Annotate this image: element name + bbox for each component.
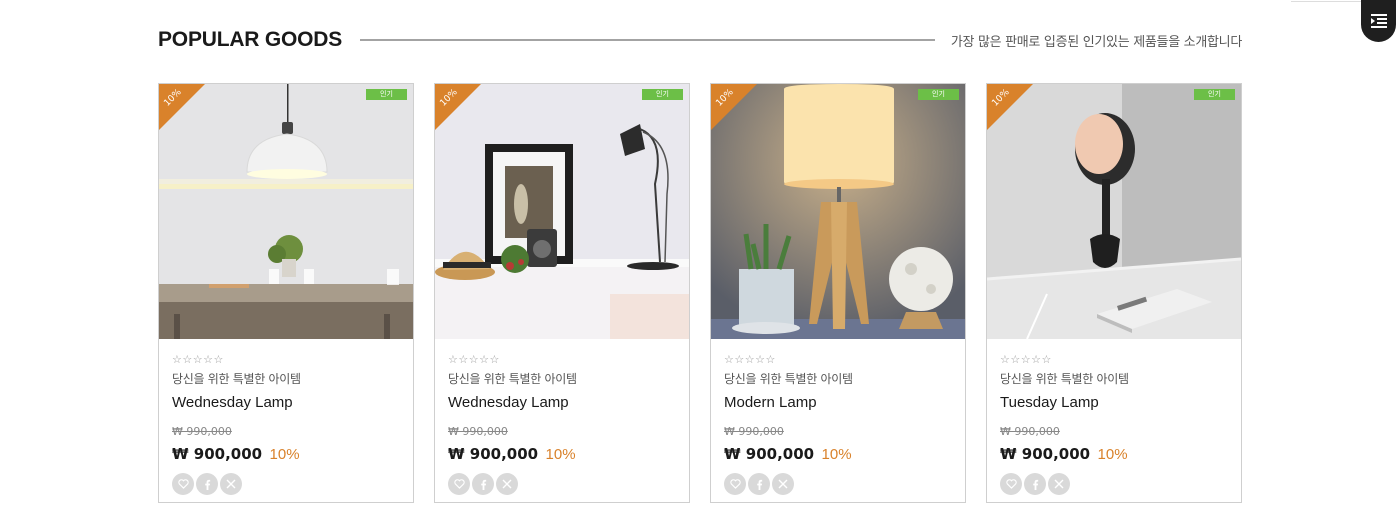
popular-badge: 인기 [918,89,959,100]
product-info: ☆☆☆☆☆ 당신을 위한 특별한 아이템 Modern Lamp ₩ 990,0… [711,339,965,495]
facebook-share-button[interactable] [1024,473,1046,495]
discount-rate: 10% [821,446,852,463]
product-image-link[interactable]: 10% 인기 [435,84,689,339]
price-row: ₩ 900,000 10% [1000,444,1229,464]
product-grid: 10% 인기 ☆☆☆☆☆ 당신을 위한 특별한 아이템 Wednesday La… [158,83,1242,503]
product-tagline: 당신을 위한 특별한 아이템 [724,372,853,386]
sale-price: ₩ 900,000 [724,445,815,463]
wishlist-button[interactable] [1000,473,1022,495]
price-row: ₩ 900,000 10% [724,444,953,464]
x-share-button[interactable] [1048,473,1070,495]
discount-rate: 10% [1097,446,1128,463]
rating-stars: ☆☆☆☆☆ [172,353,224,366]
section-subtitle: 가장 많은 판매로 입증된 인기있는 제품들을 소개합니다 [950,34,1242,50]
product-info: ☆☆☆☆☆ 당신을 위한 특별한 아이템 Wednesday Lamp ₩ 99… [159,339,413,495]
wishlist-button[interactable] [724,473,746,495]
x-share-button[interactable] [772,473,794,495]
product-tagline: 당신을 위한 특별한 아이템 [448,372,577,386]
product-actions [1000,473,1229,495]
section-title: POPULAR GOODS [158,28,343,51]
original-price: ₩ 990,000 [724,425,784,438]
facebook-share-button[interactable] [196,473,218,495]
product-info: ☆☆☆☆☆ 당신을 위한 특별한 아이템 Tuesday Lamp ₩ 990,… [987,339,1241,495]
product-name[interactable]: Wednesday Lamp [172,394,401,412]
x-icon [226,479,236,489]
product-actions [724,473,953,495]
heart-icon [729,479,741,489]
sale-price: ₩ 900,000 [172,445,263,463]
discount-flag: 10% [435,84,481,130]
heart-icon [453,479,465,489]
discount-flag: 10% [159,84,205,130]
product-card[interactable]: 10% 인기 ☆☆☆☆☆ 당신을 위한 특별한 아이템 Modern Lamp … [710,83,966,503]
product-tagline: 당신을 위한 특별한 아이템 [172,372,301,386]
wishlist-button[interactable] [172,473,194,495]
sale-price: ₩ 900,000 [1000,445,1091,463]
product-card[interactable]: 10% 인기 ☆☆☆☆☆ 당신을 위한 특별한 아이템 Tuesday Lamp… [986,83,1242,503]
product-tagline: 당신을 위한 특별한 아이템 [1000,372,1129,386]
original-price: ₩ 990,000 [172,425,232,438]
sale-price: ₩ 900,000 [448,445,539,463]
product-name[interactable]: Modern Lamp [724,394,953,412]
x-share-button[interactable] [496,473,518,495]
x-icon [502,479,512,489]
facebook-icon [480,479,486,490]
discount-rate: 10% [269,446,300,463]
heart-icon [1005,479,1017,489]
product-card[interactable]: 10% 인기 ☆☆☆☆☆ 당신을 위한 특별한 아이템 Wednesday La… [158,83,414,503]
price-row: ₩ 900,000 10% [172,444,401,464]
facebook-share-button[interactable] [748,473,770,495]
original-price: ₩ 990,000 [448,425,508,438]
section-header: POPULAR GOODS 가장 많은 판매로 입증된 인기있는 제품들을 소개… [158,26,1242,54]
x-share-button[interactable] [220,473,242,495]
popular-badge: 인기 [642,89,683,100]
product-image-link[interactable]: 10% 인기 [711,84,965,339]
rating-stars: ☆☆☆☆☆ [724,353,776,366]
side-menu-button[interactable] [1361,0,1396,42]
product-actions [172,473,401,495]
price-row: ₩ 900,000 10% [448,444,677,464]
rating-stars: ☆☆☆☆☆ [448,353,500,366]
product-name[interactable]: Tuesday Lamp [1000,394,1229,412]
rating-stars: ☆☆☆☆☆ [1000,353,1052,366]
heart-icon [177,479,189,489]
original-price: ₩ 990,000 [1000,425,1060,438]
popular-badge: 인기 [1194,89,1235,100]
product-actions [448,473,677,495]
facebook-share-button[interactable] [472,473,494,495]
popular-badge: 인기 [366,89,407,100]
product-info: ☆☆☆☆☆ 당신을 위한 특별한 아이템 Wednesday Lamp ₩ 99… [435,339,689,495]
discount-rate: 10% [545,446,576,463]
discount-flag: 10% [987,84,1033,130]
product-card[interactable]: 10% 인기 ☆☆☆☆☆ 당신을 위한 특별한 아이템 Wednesday La… [434,83,690,503]
product-image-link[interactable]: 10% 인기 [159,84,413,339]
section-divider [360,39,935,41]
product-image-link[interactable]: 10% 인기 [987,84,1241,339]
facebook-icon [1032,479,1038,490]
wishlist-button[interactable] [448,473,470,495]
menu-icon [1370,14,1387,28]
x-icon [1054,479,1064,489]
product-name[interactable]: Wednesday Lamp [448,394,677,412]
x-icon [778,479,788,489]
facebook-icon [756,479,762,490]
facebook-icon [204,479,210,490]
header-edge [1291,0,1361,2]
discount-flag: 10% [711,84,757,130]
